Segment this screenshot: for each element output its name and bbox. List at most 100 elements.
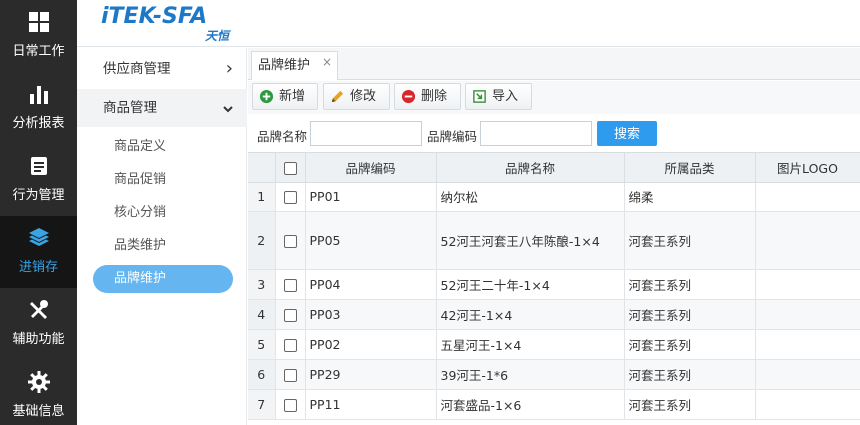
brand-code-cell: PP11	[305, 389, 437, 420]
close-icon[interactable]: ×	[322, 49, 332, 76]
brand-code-cell: PP03	[305, 299, 437, 330]
row-number: 2	[248, 211, 276, 270]
grid-icon	[28, 12, 49, 32]
submenu-group-label: 商品管理	[103, 100, 157, 116]
submenu-item-brand-maintenance[interactable]: 品牌维护	[93, 265, 233, 293]
table-row[interactable]: 1 PP01 纳尔松 绵柔	[248, 182, 860, 212]
submenu-group-label: 供应商管理	[103, 61, 171, 77]
plus-circle-icon	[259, 89, 274, 104]
header: iTEK-SFA 天恒	[77, 0, 860, 47]
logo-cell	[755, 211, 860, 270]
search-button[interactable]: 搜索	[597, 121, 657, 146]
nav-item-tools[interactable]: 辅助功能	[0, 288, 77, 360]
row-checkbox[interactable]	[283, 308, 297, 322]
table-row[interactable]: 7 PP11 河套盛品-1×6 河套王系列	[248, 389, 860, 420]
row-number: 1	[248, 182, 276, 212]
chevron-down-icon	[223, 89, 233, 127]
brand-name-cell: 五星河王-1×4	[436, 329, 625, 360]
delete-button[interactable]: 删除	[394, 83, 461, 110]
brand-name-cell: 河套盛品-1×6	[436, 389, 625, 420]
row-number: 7	[248, 389, 276, 420]
column-header-name[interactable]: 品牌名称	[436, 153, 625, 183]
nav-label: 辅助功能	[12, 332, 65, 347]
main-nav: 日常工作 分析报表 行为管理 进销存 辅助功能 基础信息	[0, 0, 77, 425]
category-cell: 河套王系列	[624, 269, 756, 300]
submenu-item-core-distribution[interactable]: 核心分销	[77, 197, 247, 229]
tab-brand-maintenance[interactable]: 品牌维护 ×	[251, 51, 338, 80]
row-checkbox[interactable]	[283, 234, 297, 248]
category-cell: 绵柔	[624, 182, 756, 212]
brand-name-cell: 纳尔松	[436, 182, 625, 212]
nav-label: 分析报表	[12, 116, 65, 131]
category-cell: 河套王系列	[624, 389, 756, 420]
logo-cell	[755, 269, 860, 300]
nav-item-reports[interactable]: 分析报表	[0, 72, 77, 144]
logo-cell	[755, 389, 860, 420]
brand-code-cell: PP05	[305, 211, 437, 270]
table-row[interactable]: 4 PP03 42河王-1×4 河套王系列	[248, 299, 860, 330]
category-cell: 河套王系列	[624, 359, 756, 390]
row-checkbox[interactable]	[283, 278, 297, 292]
row-checkbox-cell	[275, 211, 306, 270]
category-cell: 河套王系列	[624, 329, 756, 360]
nav-item-inventory[interactable]: 进销存	[0, 216, 77, 288]
submenu-group-supplier[interactable]: 供应商管理 ›	[77, 50, 247, 88]
nav-label: 行为管理	[12, 188, 65, 203]
edit-button[interactable]: 修改	[323, 83, 390, 110]
row-number: 3	[248, 269, 276, 300]
nav-label: 基础信息	[12, 404, 65, 419]
brand-code-cell: PP29	[305, 359, 437, 390]
submenu-group-product[interactable]: 商品管理	[77, 89, 247, 127]
tab-bar: 品牌维护 ×	[248, 48, 860, 80]
submenu-item-product-definition[interactable]: 商品定义	[77, 131, 247, 163]
category-cell: 河套王系列	[624, 211, 756, 270]
row-checkbox[interactable]	[283, 191, 297, 204]
brand-code-input[interactable]	[480, 121, 592, 146]
column-header-category[interactable]: 所属品类	[624, 153, 756, 183]
brand-name-cell: 52河王二十年-1×4	[436, 269, 625, 300]
tools-icon	[29, 300, 48, 319]
import-icon	[473, 90, 486, 103]
column-header-logo[interactable]: 图片LOGO	[755, 153, 860, 183]
layers-icon	[28, 228, 49, 246]
table-row[interactable]: 2 PP05 52河王河套王八年陈酿-1×4 河套王系列	[248, 211, 860, 270]
brand-code-cell: PP02	[305, 329, 437, 360]
column-header-code[interactable]: 品牌编码	[305, 153, 437, 183]
row-checkbox[interactable]	[283, 338, 297, 352]
row-number-header	[248, 153, 276, 183]
row-number: 6	[248, 359, 276, 390]
logo-sub: 天恒	[205, 29, 230, 43]
table-row[interactable]: 3 PP04 52河王二十年-1×4 河套王系列	[248, 269, 860, 300]
row-checkbox-cell	[275, 329, 306, 360]
add-button-label: 新增	[279, 89, 306, 104]
add-button[interactable]: 新增	[252, 83, 318, 110]
bar-chart-icon	[29, 86, 48, 104]
submenu-item-category-maintenance[interactable]: 品类维护	[77, 230, 247, 262]
row-checkbox[interactable]	[283, 368, 297, 382]
logo-cell	[755, 359, 860, 390]
brand-name-input[interactable]	[310, 121, 422, 146]
brand-name-cell: 39河王-1*6	[436, 359, 625, 390]
select-all-checkbox[interactable]	[283, 161, 297, 175]
table-row[interactable]: 5 PP02 五星河王-1×4 河套王系列	[248, 329, 860, 360]
nav-item-behavior[interactable]: 行为管理	[0, 144, 77, 216]
submenu-item-product-promotion[interactable]: 商品促销	[77, 164, 247, 196]
nav-item-daily-work[interactable]: 日常工作	[0, 0, 77, 72]
brand-code-label: 品牌编码	[427, 129, 478, 144]
nav-label: 日常工作	[12, 44, 65, 59]
delete-button-label: 删除	[421, 89, 448, 104]
import-button[interactable]: 导入	[465, 83, 532, 110]
brand-code-cell: PP04	[305, 269, 437, 300]
row-checkbox-cell	[275, 359, 306, 390]
row-checkbox-cell	[275, 269, 306, 300]
document-icon	[30, 157, 47, 175]
row-checkbox[interactable]	[283, 398, 297, 412]
logo-brand: iTEK-SFA	[101, 4, 208, 29]
brand-table: 品牌编码 品牌名称 所属品类 图片LOGO 1 PP01 纳尔松 绵柔 2 PP…	[248, 152, 860, 425]
table-row[interactable]: 6 PP29 39河王-1*6 河套王系列	[248, 359, 860, 390]
select-all-header	[275, 153, 306, 183]
edit-button-label: 修改	[350, 89, 377, 104]
nav-item-basic-info[interactable]: 基础信息	[0, 360, 77, 425]
brand-code-cell: PP01	[305, 182, 437, 212]
submenu: 供应商管理 › 商品管理 商品定义 商品促销 核心分销 品类维护 品牌维护	[77, 48, 247, 425]
